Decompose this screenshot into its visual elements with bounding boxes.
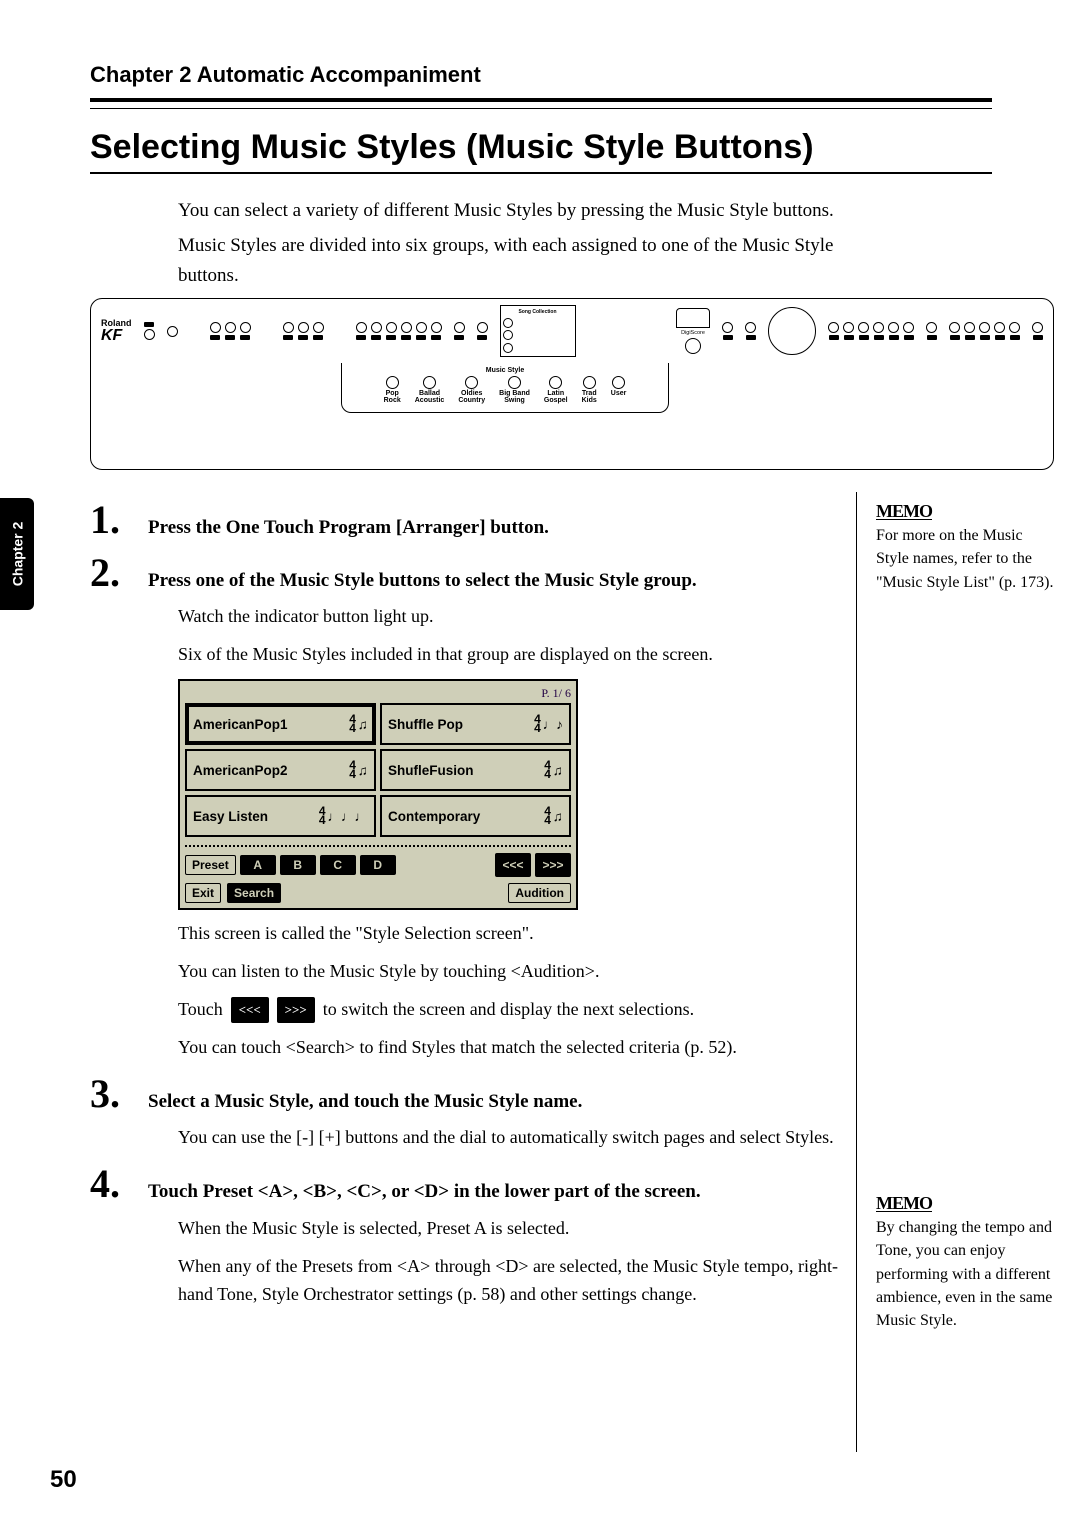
step-4-title: Touch Preset <A>, <B>, <C>, or <D> in th… [148, 1180, 701, 1205]
chapter-header: Chapter 2 Automatic Accompaniment [90, 62, 481, 88]
step-2-after-1: This screen is called the "Style Selecti… [178, 920, 840, 948]
style-cell[interactable]: Contemporary44♫ [380, 795, 571, 837]
style-cell[interactable]: AmericanPop244♫ [185, 749, 376, 791]
music-style-label: Music Style [486, 367, 525, 374]
memo-1: MEMO For more on the Music Style names, … [876, 498, 1056, 594]
style-cell[interactable]: Easy Listen44♩♩♩ [185, 795, 376, 837]
music-style-callout: Music Style Pop Rock Ballad Acoustic Oldie… [341, 363, 669, 413]
step-2-line-2: Six of the Music Styles included in that… [178, 641, 840, 669]
exit-button[interactable]: Exit [185, 883, 221, 903]
music-style-button: Ballad Acoustic [415, 376, 445, 404]
lead-para-1: You can select a variety of different Mu… [178, 196, 848, 225]
memo-1-text: For more on the Music Style names, refer… [876, 524, 1056, 594]
music-style-button: Big Band Swing [499, 376, 530, 404]
preset-label: Preset [185, 855, 236, 875]
step-4-line-1: When the Music Style is selected, Preset… [178, 1215, 840, 1243]
step-2-after-2: You can listen to the Music Style by tou… [178, 958, 840, 986]
dial [768, 307, 816, 355]
step-1-title: Press the One Touch Program [Arranger] b… [148, 516, 549, 541]
preset-c-button[interactable]: C [320, 855, 356, 875]
style-cell[interactable]: AmericanPop144♫ [185, 703, 376, 745]
step-4: 4. Touch Preset <A>, <B>, <C>, or <D> in… [90, 1164, 840, 1308]
style-cell[interactable]: Shuffle Pop44♩♪ [380, 703, 571, 745]
style-cell[interactable]: ShufleFusion44♫ [380, 749, 571, 791]
memo-2-text: By changing the tempo and Tone, you can … [876, 1216, 1056, 1332]
step-4-line-2: When any of the Presets from <A> through… [178, 1253, 840, 1309]
digiscore-label: DigiScore [676, 308, 710, 354]
title-underline [90, 172, 992, 174]
inline-prev-icon: <<< [231, 997, 269, 1023]
search-button[interactable]: Search [227, 883, 281, 903]
memo-icon: MEMO [876, 498, 932, 524]
brand-logo: Roland KF [101, 319, 132, 344]
audition-button[interactable]: Audition [508, 883, 571, 903]
page-number: 50 [50, 1466, 77, 1494]
preset-a-button[interactable]: A [240, 855, 276, 875]
step-2: 2. Press one of the Music Style buttons … [90, 553, 840, 1062]
header-rule [90, 98, 992, 109]
music-style-button: Latin Gospel [544, 376, 568, 404]
step-3: 3. Select a Music Style, and touch the M… [90, 1074, 840, 1153]
lead-para-2: Music Styles are divided into six groups… [178, 231, 848, 290]
column-divider [856, 492, 857, 1452]
music-style-button: Oldies Country [458, 376, 485, 404]
page-next-button[interactable]: >>> [535, 853, 571, 877]
lead-text: You can select a variety of different Mu… [178, 196, 848, 290]
page-prev-button[interactable]: <<< [495, 853, 531, 877]
hardware-panel-figure: Roland KF Song Collection DigiScore [90, 298, 1054, 470]
ss-page-indicator: P. 1/ 6 [185, 686, 571, 701]
chapter-tab: Chapter 2 [0, 498, 34, 610]
step-2-search-line: You can touch <Search> to find Styles th… [178, 1034, 840, 1062]
user-style-button: User [611, 376, 627, 404]
song-collection-panel: Song Collection [500, 305, 576, 357]
music-style-button: Pop Rock [384, 376, 401, 404]
preset-b-button[interactable]: B [280, 855, 316, 875]
page-title: Selecting Music Styles (Music Style Butt… [90, 128, 814, 167]
step-2-line-1: Watch the indicator button light up. [178, 603, 840, 631]
memo-icon: MEMO [876, 1190, 932, 1216]
step-2-touch-line: Touch <<< >>> to switch the screen and d… [178, 996, 840, 1024]
preset-d-button[interactable]: D [360, 855, 396, 875]
inline-next-icon: >>> [277, 997, 315, 1023]
music-style-button: Trad Kids [582, 376, 597, 404]
memo-2: MEMO By changing the tempo and Tone, you… [876, 1190, 1056, 1332]
style-selection-screenshot: P. 1/ 6 AmericanPop144♫Shuffle Pop44♩♪Am… [178, 679, 578, 910]
step-2-title: Press one of the Music Style buttons to … [148, 569, 697, 594]
step-3-title: Select a Music Style, and touch the Musi… [148, 1090, 582, 1115]
step-1: 1. Press the One Touch Program [Arranger… [90, 500, 840, 541]
step-3-line-1: You can use the [-] [+] buttons and the … [178, 1124, 840, 1152]
